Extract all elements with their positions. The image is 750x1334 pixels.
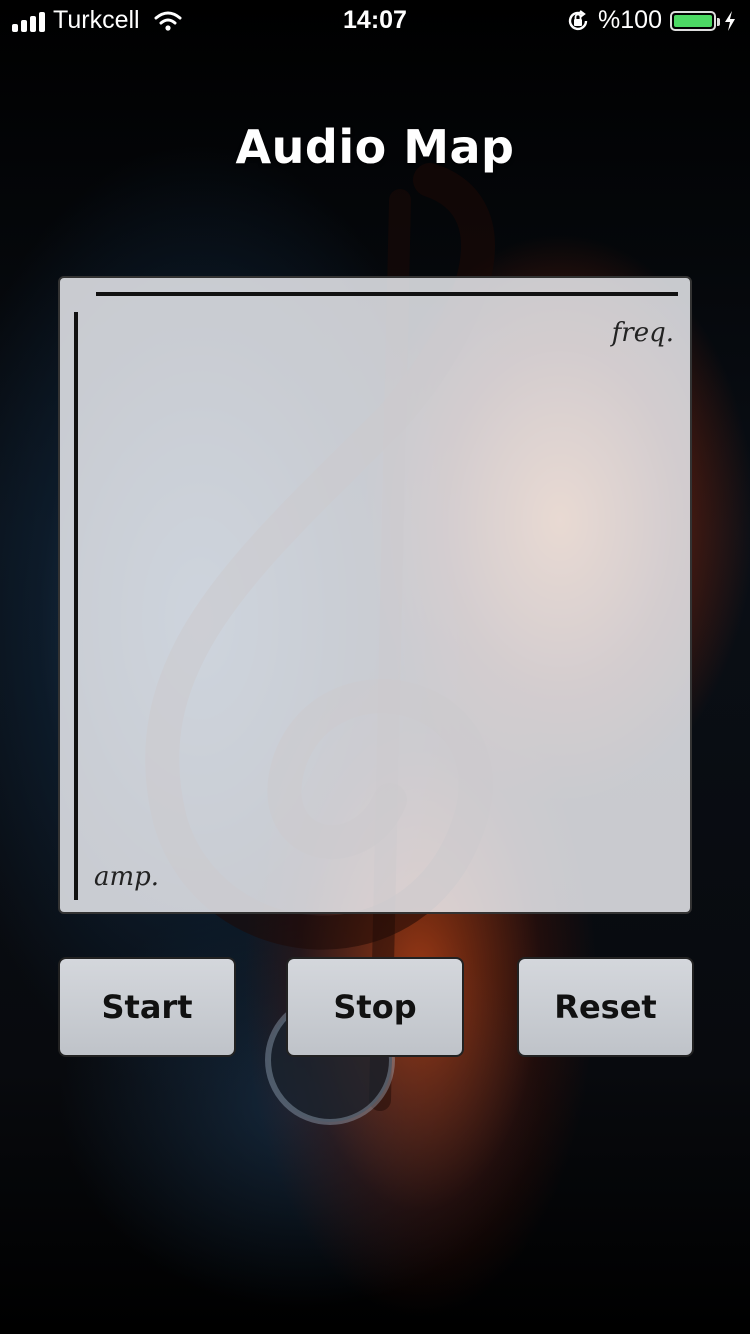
battery-icon xyxy=(670,10,720,31)
reset-button[interactable]: Reset xyxy=(517,957,694,1057)
battery-percentage: %100 xyxy=(598,6,662,34)
orientation-lock-icon xyxy=(568,9,588,30)
frequency-axis xyxy=(96,292,678,296)
frequency-axis-label: freq. xyxy=(611,318,674,348)
audio-map-canvas[interactable]: freq. amp. xyxy=(58,276,692,914)
amplitude-axis xyxy=(74,312,78,900)
amplitude-axis-label: amp. xyxy=(94,862,160,892)
status-bar: Turkcell 14:07 %100 xyxy=(0,0,750,40)
start-button[interactable]: Start xyxy=(58,957,236,1057)
stop-button[interactable]: Stop xyxy=(286,957,464,1057)
page-title: Audio Map xyxy=(235,120,515,174)
charging-icon xyxy=(725,10,735,31)
